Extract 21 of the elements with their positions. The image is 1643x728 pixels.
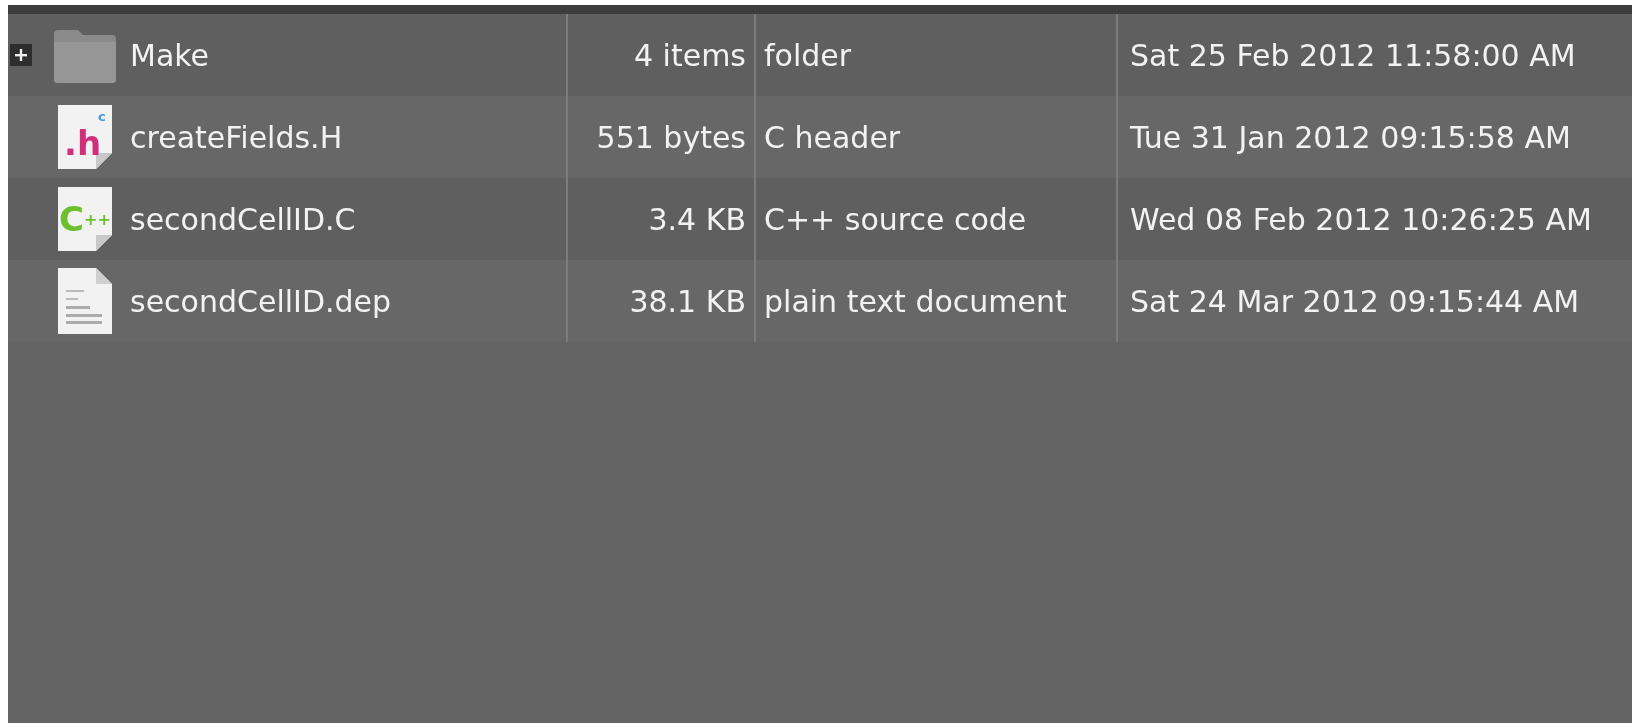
header-file-icon: c .h <box>56 103 114 171</box>
modified-date: Sat 24 Mar 2012 09:15:44 AM <box>1130 283 1580 319</box>
file-size: 38.1 KB <box>629 283 746 319</box>
modified-date: Tue 31 Jan 2012 09:15:58 AM <box>1130 119 1571 155</box>
modified-date: Wed 08 Feb 2012 10:26:25 AM <box>1130 201 1592 237</box>
file-type: folder <box>764 37 852 73</box>
cpp-file-icon: C++ <box>56 185 114 253</box>
file-size: 4 items <box>633 37 746 73</box>
file-type: C header <box>764 119 901 155</box>
file-type: plain text document <box>764 283 1067 319</box>
expand-toggle[interactable] <box>10 44 32 66</box>
file-size: 3.4 KB <box>648 201 746 237</box>
file-size: 551 bytes <box>596 119 746 155</box>
file-name[interactable]: secondCellID.C <box>130 201 356 237</box>
file-name[interactable]: secondCellID.dep <box>130 283 392 319</box>
file-type: C++ source code <box>764 201 1027 237</box>
file-name[interactable]: Make <box>130 37 210 73</box>
file-name[interactable]: createFields.H <box>130 119 343 155</box>
modified-date: Sat 25 Feb 2012 11:58:00 AM <box>1130 37 1576 73</box>
plus-icon <box>14 48 28 62</box>
text-file-icon <box>56 266 114 336</box>
